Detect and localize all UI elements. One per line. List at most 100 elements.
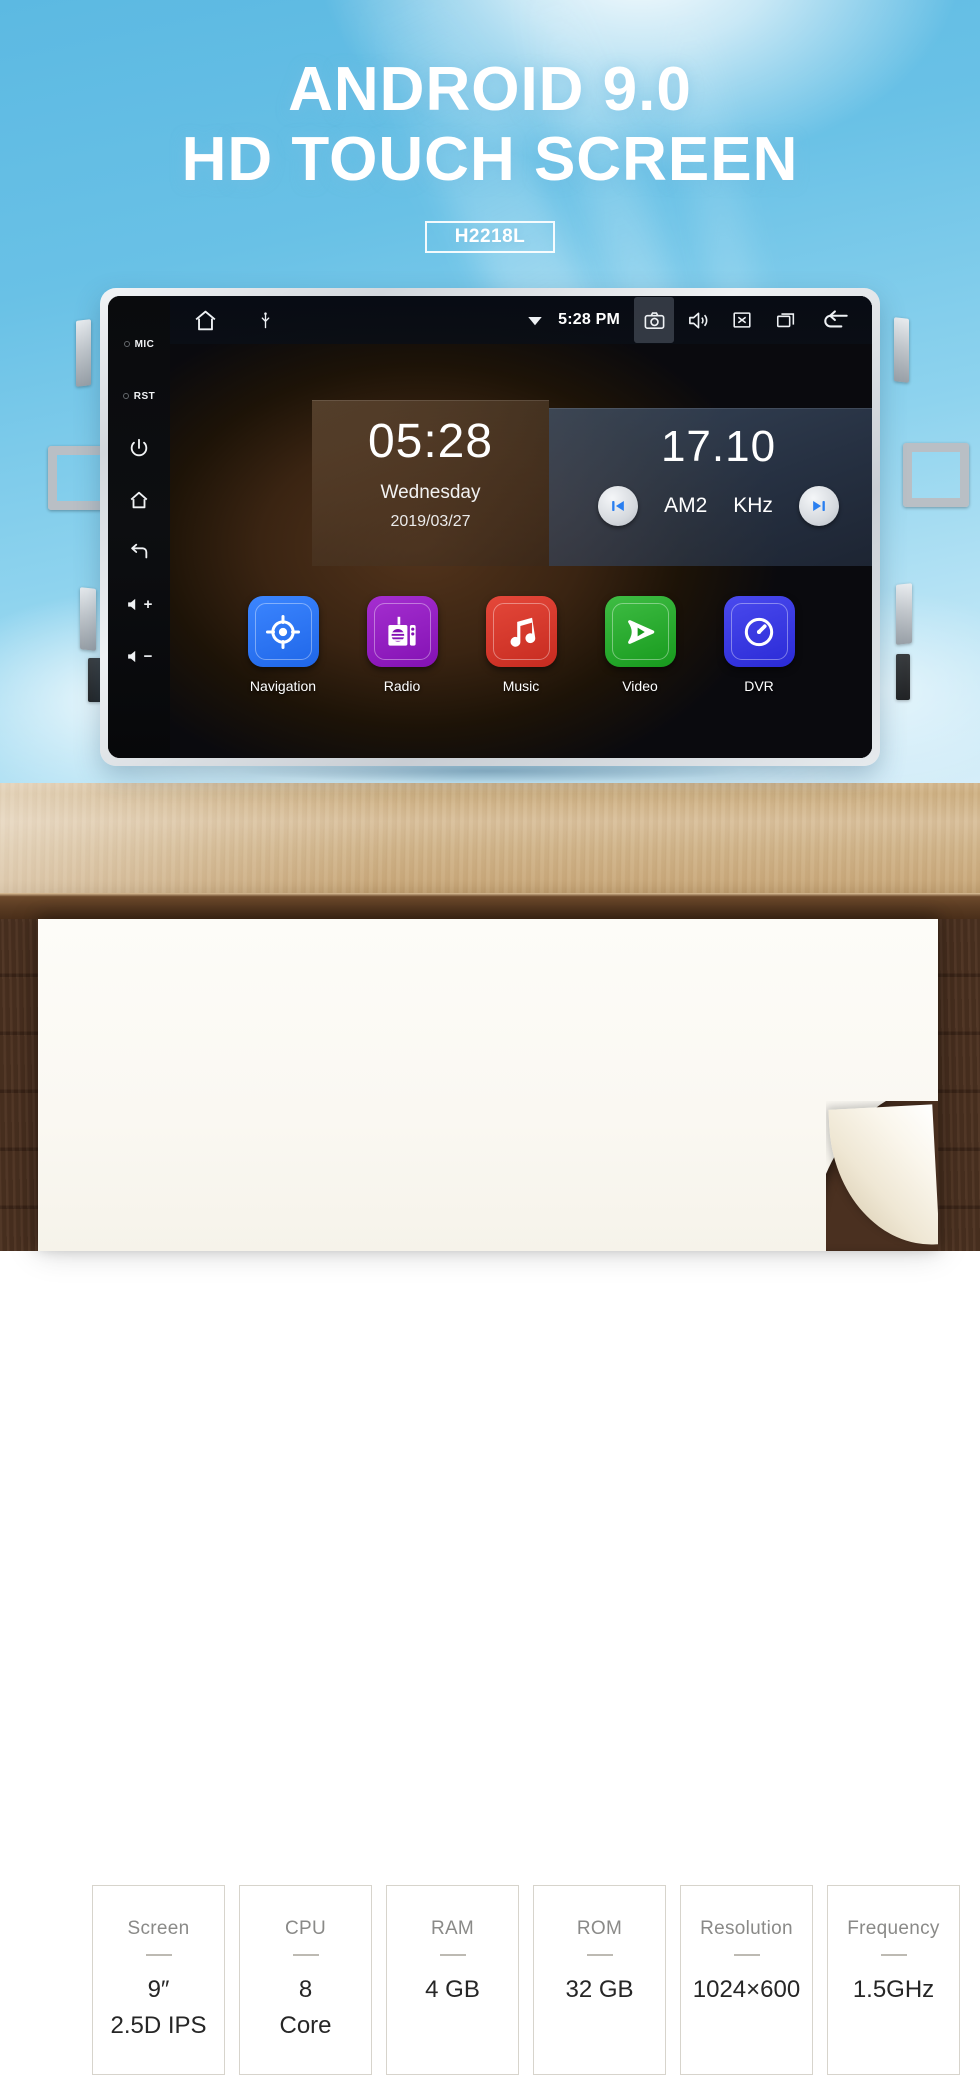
page-title: ANDROID 9.0 HD TOUCH SCREEN xyxy=(0,58,980,192)
spec-paper-panel: Screen 9″ 2.5D IPS CPU 8 Core RAM 4 GB R… xyxy=(38,919,960,2075)
volume-icon xyxy=(688,311,707,329)
usb-icon xyxy=(261,311,269,328)
spec-card-resolution: Resolution 1024×600 xyxy=(680,1885,813,2075)
clock-widget[interactable]: 05:28 Wednesday 2019/03/27 xyxy=(312,400,549,566)
app-music[interactable]: Music xyxy=(478,596,564,694)
clock-weekday: Wednesday xyxy=(380,482,481,503)
home-hardware-button[interactable] xyxy=(108,474,170,526)
unit-face: MIC RST + − 5:28 PM 05:28 Wednesday 2019… xyxy=(108,296,872,758)
spec-value: 1024×600 xyxy=(692,1976,801,2003)
app-navigation[interactable]: Navigation xyxy=(240,596,326,694)
app-dvr[interactable]: DVR xyxy=(716,596,802,694)
close-icon xyxy=(733,312,751,328)
navigation-app-icon[interactable] xyxy=(247,596,319,667)
mounting-bracket-right-bottom xyxy=(896,583,912,645)
page-curl-cut xyxy=(826,1101,938,1251)
radio-frequency: 17.10 xyxy=(660,422,777,471)
reset-hole-icon xyxy=(122,393,129,399)
mic-button[interactable]: MIC xyxy=(108,318,170,370)
spec-value: 32 GB xyxy=(565,1976,634,2003)
skip-next-icon xyxy=(813,501,825,511)
camera-icon xyxy=(644,311,664,329)
power-button[interactable] xyxy=(108,422,170,474)
app-label: DVR xyxy=(744,678,774,694)
dvr-app-icon[interactable] xyxy=(723,596,795,667)
spec-divider xyxy=(292,1954,319,1956)
skip-previous-icon xyxy=(612,501,624,511)
power-icon xyxy=(130,438,148,457)
spec-card-rom: ROM 32 GB xyxy=(533,1885,666,2075)
spec-label: CPU xyxy=(284,1918,326,1939)
spec-label: ROM xyxy=(576,1918,623,1939)
model-badge: H2218L xyxy=(425,221,555,253)
spec-label: Resolution xyxy=(700,1918,793,1939)
app-video[interactable]: Video xyxy=(597,596,683,694)
mounting-bracket-left-top xyxy=(76,319,91,387)
status-bar: 5:28 PM xyxy=(170,296,872,344)
recents-icon xyxy=(776,313,795,328)
spec-value: 1.5GHz xyxy=(852,1976,935,2003)
spec-divider xyxy=(439,1954,466,1956)
close-button[interactable] xyxy=(722,297,762,343)
radio-next-button[interactable] xyxy=(798,486,839,526)
app-label: Music xyxy=(502,678,540,694)
volume-up-button[interactable]: + xyxy=(108,578,170,630)
spec-card-screen: Screen 9″ 2.5D IPS xyxy=(92,1885,225,2075)
gauge-icon xyxy=(744,617,774,646)
reset-label: RST xyxy=(133,390,156,402)
wifi-indicator xyxy=(522,307,548,333)
spec-card-frequency: Frequency 1.5GHz xyxy=(827,1885,960,2075)
back-icon xyxy=(131,543,148,559)
spec-divider xyxy=(733,1954,760,1956)
volume-button[interactable] xyxy=(678,297,718,343)
usb-indicator xyxy=(252,307,278,333)
mounting-bracket-right-middle xyxy=(903,443,969,507)
radio-band: AM2 xyxy=(664,494,708,517)
recents-button[interactable] xyxy=(766,297,806,343)
home-nav-button[interactable] xyxy=(192,307,218,333)
status-time: 5:28 PM xyxy=(558,311,620,328)
spec-card-ram: RAM 4 GB xyxy=(386,1885,519,2075)
radio-app-icon[interactable] xyxy=(366,596,438,667)
spec-value: 9″ 2.5D IPS xyxy=(110,1976,207,2039)
video-play-icon xyxy=(628,619,655,644)
back-nav-button[interactable] xyxy=(810,297,862,343)
volume-up-label: + xyxy=(143,595,153,613)
mic-hole-icon xyxy=(123,341,130,347)
app-label: Radio xyxy=(383,678,421,694)
app-radio[interactable]: Radio xyxy=(359,596,445,694)
spec-divider xyxy=(586,1954,613,1956)
app-label: Video xyxy=(622,678,658,694)
music-app-icon[interactable] xyxy=(485,596,557,667)
back-icon xyxy=(824,310,848,328)
mounting-bracket-left-bottom xyxy=(80,587,96,651)
touch-screen[interactable]: 5:28 PM 05:28 Wednesday 2019/03/27 17.10… xyxy=(170,296,872,758)
mounting-bracket-right-top xyxy=(894,317,909,383)
navigation-target-icon xyxy=(265,614,301,649)
page-curl xyxy=(826,1101,938,1251)
radio-previous-button[interactable] xyxy=(598,486,639,526)
spec-value: 8 Core xyxy=(279,1976,332,2039)
screenshot-button[interactable] xyxy=(634,297,674,343)
page-curl-shadow xyxy=(826,1101,938,1251)
video-app-icon[interactable] xyxy=(604,596,676,667)
table-sheen xyxy=(0,783,520,893)
spec-divider xyxy=(145,1954,172,1956)
volume-down-button[interactable]: − xyxy=(108,630,170,682)
app-label: Navigation xyxy=(249,678,317,694)
spec-divider xyxy=(880,1954,907,1956)
home-icon xyxy=(130,491,148,509)
back-hardware-button[interactable] xyxy=(108,526,170,578)
radio-unit: KHz xyxy=(733,494,773,517)
headline-line-2: HD TOUCH SCREEN xyxy=(181,124,799,194)
reset-button[interactable]: RST xyxy=(108,370,170,422)
spec-label: RAM xyxy=(430,1918,475,1939)
app-dock: Navigation Radio Music Video DVR xyxy=(170,596,872,694)
volume-down-icon xyxy=(127,650,135,662)
unit-bezel: MIC RST + − 5:28 PM 05:28 Wednesday 2019… xyxy=(100,288,880,766)
car-stereo-unit: MIC RST + − 5:28 PM 05:28 Wednesday 2019… xyxy=(48,288,969,784)
spec-label: Screen xyxy=(127,1918,190,1939)
spec-value: 4 GB xyxy=(425,1976,480,2003)
radio-widget[interactable]: 17.10 AM2 KHz xyxy=(549,408,872,566)
radio-receiver-icon xyxy=(388,616,416,646)
